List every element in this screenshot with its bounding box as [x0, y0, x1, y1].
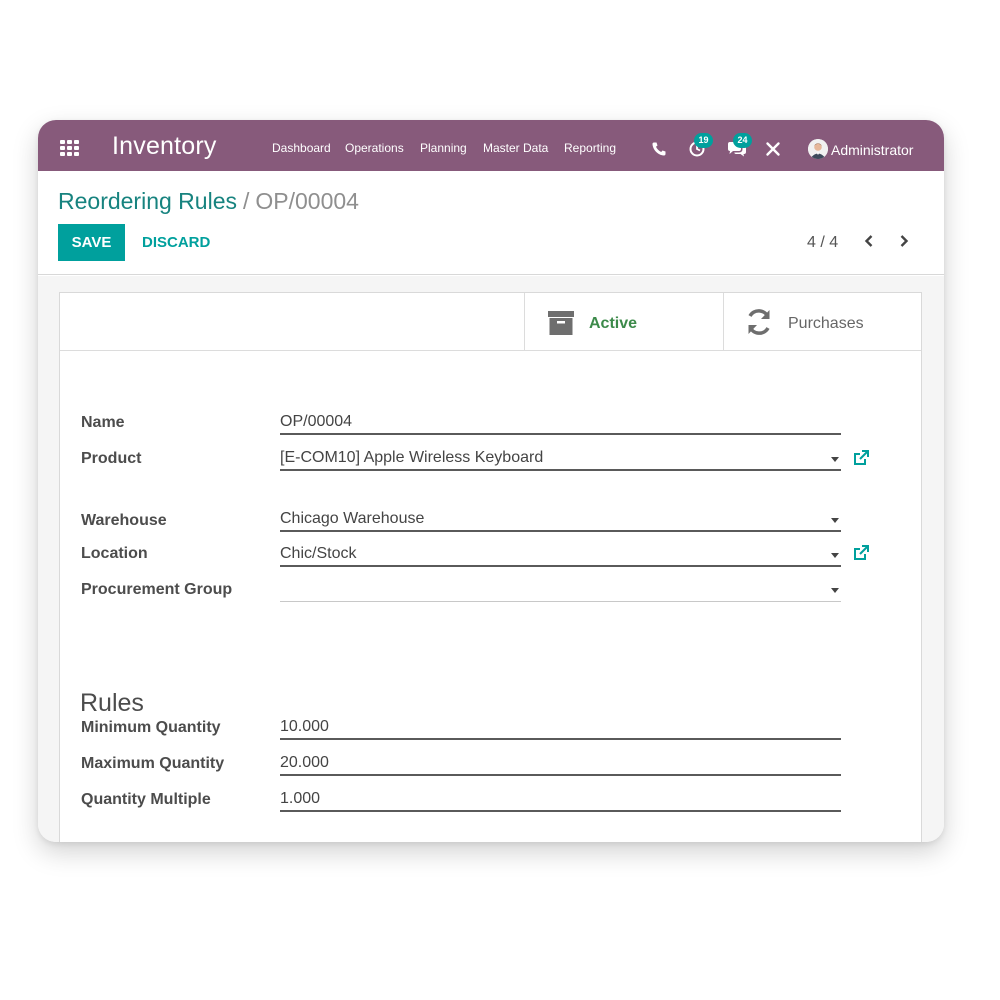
warehouse-label: Warehouse — [81, 512, 167, 529]
procurement-group-label: Procurement Group — [81, 581, 233, 598]
phone-icon[interactable] — [649, 137, 669, 157]
chevron-down-icon[interactable] — [831, 553, 839, 558]
top-navbar: Inventory Dashboard Operations Planning … — [38, 120, 944, 171]
refresh-icon — [748, 309, 770, 335]
app-title[interactable]: Inventory — [112, 132, 217, 161]
save-button[interactable]: SAVE — [58, 224, 125, 261]
menu-reporting[interactable]: Reporting — [564, 141, 616, 155]
max-qty-label: Maximum Quantity — [81, 755, 225, 772]
max-qty-value: 20.000 — [280, 754, 329, 771]
chevron-down-icon[interactable] — [831, 457, 839, 462]
menu-dashboard[interactable]: Dashboard — [272, 141, 331, 155]
chevron-down-icon[interactable] — [831, 518, 839, 523]
location-label: Location — [81, 545, 148, 562]
max-qty-field[interactable]: 20.000 — [280, 750, 841, 776]
breadcrumb-current: OP/00004 — [255, 188, 359, 214]
name-label: Name — [81, 414, 125, 431]
activity-icon[interactable]: 19 — [688, 133, 713, 157]
name-value: OP/00004 — [280, 413, 353, 430]
qty-multiple-value: 1.000 — [280, 790, 321, 807]
avatar — [808, 139, 828, 159]
menu-master-data[interactable]: Master Data — [483, 141, 548, 155]
pager-value: 4 / 4 — [807, 234, 839, 251]
min-qty-field[interactable]: 10.000 — [280, 714, 841, 740]
active-toggle-button[interactable]: Active — [524, 293, 723, 350]
warehouse-value: Chicago Warehouse — [280, 510, 425, 527]
form-sheet: Active Purchases Name OP/00004 Product [… — [59, 292, 922, 842]
chevron-down-icon[interactable] — [831, 588, 839, 593]
menu-operations[interactable]: Operations — [345, 141, 404, 155]
warehouse-field[interactable]: Chicago Warehouse — [280, 506, 841, 532]
user-name: Administrator — [831, 142, 914, 158]
location-value: Chic/Stock — [280, 545, 357, 562]
app-window: Inventory Dashboard Operations Planning … — [38, 120, 944, 842]
debug-icon[interactable] — [765, 137, 785, 157]
procurement-group-field[interactable] — [280, 576, 841, 602]
qty-multiple-label: Quantity Multiple — [81, 791, 211, 808]
chevron-left-icon — [864, 235, 873, 247]
archive-icon — [548, 311, 574, 335]
chat-icon[interactable]: 24 — [726, 133, 752, 157]
location-field[interactable]: Chic/Stock — [280, 541, 841, 567]
location-external-link-icon[interactable] — [852, 544, 870, 562]
active-label: Active — [589, 315, 638, 332]
control-panel: Reordering Rules / OP/00004 SAVE DISCARD 4… — [38, 171, 944, 275]
breadcrumb-parent[interactable]: Reordering Rules — [58, 188, 237, 214]
form-content: Active Purchases Name OP/00004 Product [… — [38, 276, 944, 842]
name-field[interactable]: OP/00004 — [280, 409, 841, 435]
discard-button[interactable]: DISCARD — [133, 224, 219, 261]
product-value: [E-COM10] Apple Wireless Keyboard — [280, 449, 544, 466]
pager-previous-button[interactable] — [861, 231, 877, 251]
pager-next-button[interactable] — [896, 231, 912, 251]
min-qty-label: Minimum Quantity — [81, 719, 221, 736]
chevron-right-icon — [900, 235, 909, 247]
min-qty-value: 10.000 — [280, 718, 329, 735]
product-field[interactable]: [E-COM10] Apple Wireless Keyboard — [280, 445, 841, 471]
apps-grid-icon[interactable] — [60, 140, 80, 156]
breadcrumb-separator: / — [242, 188, 250, 214]
product-external-link-icon[interactable] — [852, 449, 870, 467]
menu-planning[interactable]: Planning — [420, 141, 467, 155]
messages-badge: 24 — [733, 133, 752, 148]
activity-badge: 19 — [694, 133, 713, 148]
purchases-label: Purchases — [788, 315, 864, 332]
qty-multiple-field[interactable]: 1.000 — [280, 786, 841, 812]
smart-button-box: Active Purchases — [60, 293, 921, 351]
rules-section-title: Rules — [80, 689, 144, 717]
purchases-button[interactable]: Purchases — [723, 293, 921, 350]
breadcrumb: Reordering Rules / OP/00004 — [58, 188, 359, 215]
product-label: Product — [81, 450, 142, 467]
